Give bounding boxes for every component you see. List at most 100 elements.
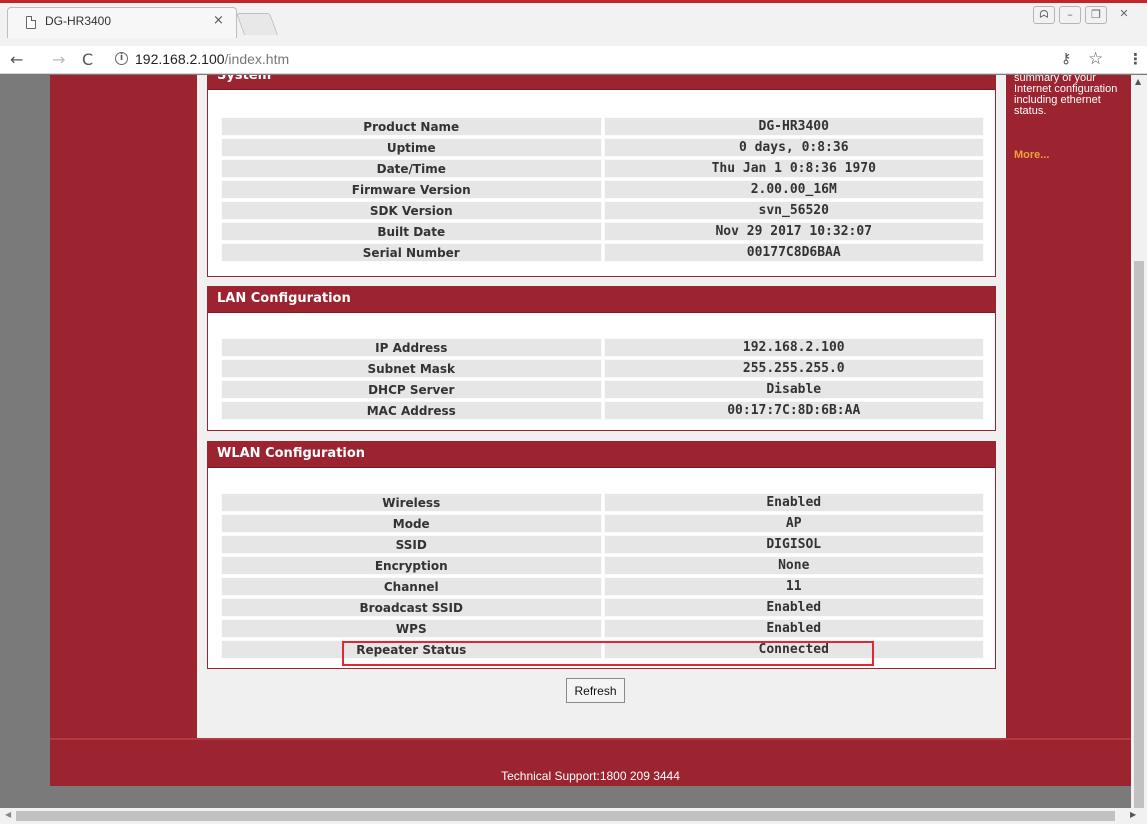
row-value: Enabled: [603, 598, 984, 617]
system-panel: System Product Name DG-HR3400 Uptime 0 days…: [207, 75, 996, 277]
wlan-panel-title: WLAN Configuration: [208, 442, 995, 468]
row-value: 2.00.00_16M: [603, 180, 984, 199]
row-value: Thu Jan 1 0:8:36 1970: [603, 159, 984, 178]
scroll-right-arrow-icon[interactable]: ▶: [1130, 810, 1136, 819]
table-row: MAC Address 00:17:7C:8D:6B:AA: [220, 400, 985, 421]
row-label: Broadcast SSID: [221, 598, 602, 617]
row-label: SSID: [221, 535, 602, 554]
wlan-table: Wireless Enabled Mode AP SSID DIGISOL Encrypti…: [220, 492, 985, 660]
row-label: Serial Number: [221, 243, 602, 262]
row-value: 192.168.2.100: [603, 338, 984, 357]
table-row: Wireless Enabled: [220, 492, 985, 513]
table-row: SSID DIGISOL: [220, 534, 985, 555]
left-sidebar: [50, 75, 197, 738]
row-value: DG-HR3400: [603, 117, 984, 136]
row-value: 00:17:7C:8D:6B:AA: [603, 401, 984, 420]
scroll-up-arrow-icon[interactable]: ▲: [1135, 77, 1141, 86]
row-label: WPS: [221, 619, 602, 638]
reload-icon[interactable]: C: [82, 50, 93, 69]
vertical-scrollbar[interactable]: ▲: [1131, 75, 1147, 808]
table-row: Mode AP: [220, 513, 985, 534]
row-label: IP Address: [221, 338, 602, 357]
horizontal-scrollbar[interactable]: ◀ ▶: [0, 808, 1147, 824]
lan-panel-title: LAN Configuration: [208, 287, 995, 313]
page-viewport: summary of your Internet configuration i…: [0, 75, 1131, 808]
row-label: Uptime: [221, 138, 602, 157]
table-row: Subnet Mask 255.255.255.0: [220, 358, 985, 379]
lan-panel: LAN Configuration IP Address 192.168.2.10…: [207, 286, 996, 431]
row-label: Subnet Mask: [221, 359, 602, 378]
bookmark-star-icon[interactable]: ☆: [1088, 49, 1103, 69]
address-bar[interactable]: 192.168.2.100/index.htm: [135, 51, 289, 67]
table-row: Encryption None: [220, 555, 985, 576]
new-tab-button[interactable]: [235, 13, 279, 35]
url-host: 192.168.2.100: [135, 51, 225, 67]
technical-support-text: Technical Support:1800 209 3444: [501, 769, 680, 783]
help-text: summary of your Internet configuration i…: [1014, 75, 1118, 117]
close-window-button[interactable]: ✕: [1111, 6, 1137, 24]
browser-menu-icon[interactable]: ⋮: [1128, 50, 1143, 68]
row-value: 00177C8D6BAA: [603, 243, 984, 262]
row-value: Disable: [603, 380, 984, 399]
table-row: IP Address 192.168.2.100: [220, 337, 985, 358]
row-value: 255.255.255.0: [603, 359, 984, 378]
row-value: DIGISOL: [603, 535, 984, 554]
table-row: Date/Time Thu Jan 1 0:8:36 1970: [220, 158, 985, 179]
row-value: Nov 29 2017 10:32:07: [603, 222, 984, 241]
refresh-button[interactable]: Refresh: [566, 678, 625, 703]
row-value: svn_56520: [603, 201, 984, 220]
row-value: 11: [603, 577, 984, 596]
info-icon[interactable]: i: [115, 52, 128, 65]
system-panel-title: System: [208, 75, 995, 90]
lan-table: IP Address 192.168.2.100 Subnet Mask 255.25…: [220, 337, 985, 421]
row-label: Date/Time: [221, 159, 602, 178]
row-label: SDK Version: [221, 201, 602, 220]
window-controls: ᗣ – ❐ ✕: [1033, 6, 1137, 24]
browser-titlebar: DG-HR3400 × ᗣ – ❐ ✕: [0, 0, 1147, 46]
row-label: Channel: [221, 577, 602, 596]
table-row: Serial Number 00177C8D6BAA: [220, 242, 985, 263]
tab-title: DG-HR3400: [45, 14, 112, 28]
tab-close-icon[interactable]: ×: [213, 13, 224, 28]
table-row: Repeater Status Connected: [220, 639, 985, 660]
horizontal-scroll-thumb[interactable]: [16, 811, 1115, 821]
system-table: Product Name DG-HR3400 Uptime 0 days, 0:8:3…: [220, 116, 985, 263]
row-label: Built Date: [221, 222, 602, 241]
row-value: AP: [603, 514, 984, 533]
minimize-button[interactable]: –: [1059, 6, 1081, 24]
back-arrow-icon[interactable]: ←: [10, 50, 23, 69]
forward-arrow-icon[interactable]: →: [52, 50, 65, 69]
table-row: Uptime 0 days, 0:8:36: [220, 137, 985, 158]
row-label: Product Name: [221, 117, 602, 136]
row-value: Enabled: [603, 619, 984, 638]
table-row: Channel 11: [220, 576, 985, 597]
scroll-left-arrow-icon[interactable]: ◀: [5, 810, 11, 819]
table-row: Broadcast SSID Enabled: [220, 597, 985, 618]
row-label: MAC Address: [221, 401, 602, 420]
right-help-panel: summary of your Internet configuration i…: [1006, 75, 1131, 738]
row-value: Connected: [603, 640, 984, 659]
table-row: Product Name DG-HR3400: [220, 116, 985, 137]
vertical-scroll-thumb[interactable]: [1134, 261, 1144, 808]
page-margin: [0, 75, 50, 808]
wlan-panel: WLAN Configuration Wireless Enabled Mode AP…: [207, 441, 996, 669]
maximize-button[interactable]: ❐: [1085, 6, 1107, 24]
more-link[interactable]: More...: [1014, 149, 1049, 161]
row-value: 0 days, 0:8:36: [603, 138, 984, 157]
footer: Technical Support:1800 209 3444: [50, 738, 1131, 786]
page-icon: [26, 16, 36, 29]
browser-toolbar: ← → C i 192.168.2.100/index.htm ⚷ ☆ ⋮: [0, 46, 1147, 74]
row-label: DHCP Server: [221, 380, 602, 399]
key-icon[interactable]: ⚷: [1061, 51, 1071, 67]
table-row: DHCP Server Disable: [220, 379, 985, 400]
row-label: Mode: [221, 514, 602, 533]
browser-tab[interactable]: DG-HR3400 ×: [7, 7, 237, 38]
row-label: Firmware Version: [221, 180, 602, 199]
table-row: Built Date Nov 29 2017 10:32:07: [220, 221, 985, 242]
row-label: Repeater Status: [221, 640, 602, 659]
table-row: SDK Version svn_56520: [220, 200, 985, 221]
row-label: Encryption: [221, 556, 602, 575]
profile-icon[interactable]: ᗣ: [1033, 6, 1055, 24]
table-row: Firmware Version 2.00.00_16M: [220, 179, 985, 200]
row-label: Wireless: [221, 493, 602, 512]
